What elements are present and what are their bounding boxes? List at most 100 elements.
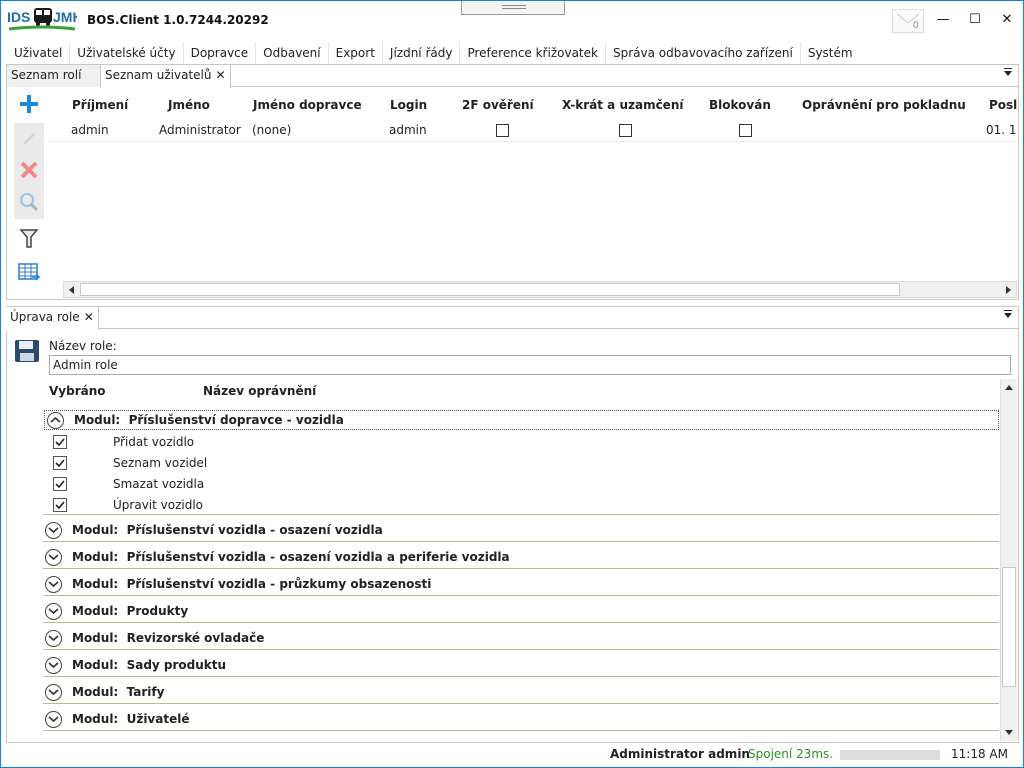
scroll-up-icon[interactable] bbox=[1005, 385, 1013, 390]
edit-icon bbox=[23, 133, 35, 145]
vertical-scrollbar[interactable] bbox=[1000, 379, 1017, 741]
col-login[interactable]: Login bbox=[390, 98, 427, 112]
menu-odbaveni[interactable]: Odbavení bbox=[256, 42, 329, 64]
menu-dopravce[interactable]: Dopravce bbox=[184, 42, 257, 64]
col-prijmeni[interactable]: Příjmení bbox=[72, 98, 128, 112]
col-vybrano: Vybráno bbox=[49, 384, 106, 398]
group-divider bbox=[43, 649, 999, 650]
delete-button[interactable] bbox=[14, 155, 44, 187]
checkbox-2f-overeni[interactable] bbox=[496, 124, 509, 137]
menu-sprava-odbavovaciho-zarizeni[interactable]: Správa odbavovacího zařízení bbox=[606, 42, 801, 64]
mail-icon[interactable]: 0 bbox=[892, 9, 924, 33]
expand-icon[interactable] bbox=[45, 522, 62, 539]
menu-jizdni-rady[interactable]: Jízdní řády bbox=[383, 42, 461, 64]
role-name-input[interactable]: Admin role bbox=[49, 355, 1011, 375]
expand-icon[interactable] bbox=[45, 657, 62, 674]
bottom-tabstrip: Úprava role ✕ bbox=[6, 307, 1018, 330]
collapse-icon[interactable] bbox=[47, 412, 64, 429]
scroll-down-icon[interactable] bbox=[1005, 730, 1013, 735]
tab-seznam-roli[interactable]: Seznam rolí bbox=[7, 65, 101, 87]
group-divider bbox=[43, 568, 999, 569]
user-list-panel: Seznam rolí Seznam uživatelů ✕ Příjmení … bbox=[6, 64, 1019, 300]
expand-icon[interactable] bbox=[45, 576, 62, 593]
tab-menu-icon[interactable] bbox=[1004, 310, 1012, 318]
module-group-header[interactable]: Modul: Příslušenství vozidla - průzkumy … bbox=[43, 574, 999, 596]
svg-text:JMK: JMK bbox=[53, 9, 77, 25]
col-blokovan[interactable]: Blokován bbox=[709, 98, 771, 112]
close-icon[interactable]: ✕ bbox=[215, 68, 225, 82]
status-bar: Administrator admin Spojení 23ms. 11:18 … bbox=[1, 743, 1023, 767]
filter-button[interactable] bbox=[14, 223, 44, 253]
tab-label: Seznam rolí bbox=[11, 68, 82, 82]
scroll-right-icon[interactable] bbox=[1006, 286, 1011, 294]
permission-checkbox[interactable] bbox=[53, 498, 67, 512]
module-group-header[interactable]: Modul: Příslušenství vozidla - osazení v… bbox=[43, 520, 999, 542]
module-group-header[interactable]: Modul: Sady produktu bbox=[43, 655, 999, 677]
module-title: Modul: Příslušenství vozidla - osazení v… bbox=[72, 550, 510, 564]
expand-icon[interactable] bbox=[45, 711, 62, 728]
scroll-thumb[interactable] bbox=[1002, 567, 1016, 687]
module-group-header[interactable]: Modul: Příslušenství dopravce - vozidla bbox=[44, 410, 999, 430]
menu-preference-krizovatek[interactable]: Preference křižovatek bbox=[460, 42, 606, 64]
menu-uzivatel[interactable]: Uživatel bbox=[7, 42, 71, 64]
save-icon[interactable] bbox=[14, 339, 40, 363]
close-icon[interactable]: ✕ bbox=[84, 310, 94, 324]
maximize-button[interactable]: ☐ bbox=[960, 9, 990, 31]
minimize-button[interactable]: — bbox=[928, 9, 958, 31]
delete-icon bbox=[20, 161, 38, 179]
scroll-left-icon[interactable] bbox=[69, 286, 74, 294]
horizontal-scrollbar[interactable] bbox=[63, 281, 1017, 298]
col-jmeno-dopravce[interactable]: Jméno dopravce bbox=[253, 98, 362, 112]
search-icon bbox=[20, 193, 39, 212]
scroll-thumb[interactable] bbox=[80, 283, 900, 296]
add-button[interactable] bbox=[14, 89, 44, 119]
edit-button[interactable] bbox=[14, 123, 44, 155]
module-group-header[interactable]: Modul: Příslušenství vozidla - osazení v… bbox=[43, 547, 999, 569]
permission-checkbox[interactable] bbox=[53, 456, 67, 470]
module-title: Modul: Příslušenství dopravce - vozidla bbox=[74, 413, 344, 427]
group-divider bbox=[43, 514, 999, 515]
status-user: Administrator admin bbox=[610, 747, 750, 761]
module-title: Modul: Uživatelé bbox=[72, 712, 190, 726]
col-posledni[interactable]: Posl bbox=[989, 98, 1017, 112]
cell-prijmeni: admin bbox=[71, 123, 109, 137]
module-title: Modul: Sady produktu bbox=[72, 658, 227, 672]
permission-checkbox[interactable] bbox=[53, 477, 67, 491]
menu-system[interactable]: Systém bbox=[801, 42, 860, 64]
expand-icon[interactable] bbox=[45, 549, 62, 566]
svg-text:IDS: IDS bbox=[7, 9, 30, 25]
expand-icon[interactable] bbox=[45, 630, 62, 647]
expand-icon[interactable] bbox=[45, 684, 62, 701]
menu-uzivatelske-ucty[interactable]: Uživatelské účty bbox=[70, 42, 184, 64]
module-group-header[interactable]: Modul: Tarify bbox=[43, 682, 999, 704]
permission-label: Úpravit vozidlo bbox=[113, 498, 204, 512]
tab-menu-icon[interactable] bbox=[1004, 68, 1012, 76]
close-button[interactable]: ✕ bbox=[992, 9, 1022, 31]
menu-export[interactable]: Export bbox=[329, 42, 383, 64]
ribbon-toggle-button[interactable] bbox=[461, 1, 565, 15]
filter-icon bbox=[19, 229, 39, 248]
tab-seznam-uzivatelu[interactable]: Seznam uživatelů ✕ bbox=[100, 65, 231, 88]
tab-label: Úprava role bbox=[10, 310, 80, 324]
checkbox-x-krat[interactable] bbox=[619, 124, 632, 137]
expand-icon[interactable] bbox=[45, 603, 62, 620]
module-title: Modul: Příslušenství vozidla - průzkumy … bbox=[72, 577, 432, 591]
checkbox-blokovan[interactable] bbox=[739, 124, 752, 137]
col-jmeno[interactable]: Jméno bbox=[168, 98, 210, 112]
col-x-krat[interactable]: X-krát a uzamčení bbox=[562, 98, 683, 112]
module-group-header[interactable]: Modul: Revizorské ovladače bbox=[43, 628, 999, 650]
group-divider bbox=[43, 541, 999, 542]
module-group-header[interactable]: Modul: Produkty bbox=[43, 601, 999, 623]
row-divider bbox=[47, 141, 1017, 142]
detail-button[interactable] bbox=[14, 187, 44, 219]
module-group-header[interactable]: Modul: Uživatelé bbox=[43, 709, 999, 731]
plus-icon bbox=[20, 95, 38, 113]
module-title: Modul: Tarify bbox=[72, 685, 165, 699]
role-name-label: Název role: bbox=[49, 339, 117, 353]
permission-checkbox[interactable] bbox=[53, 435, 67, 449]
app-title: BOS.Client 1.0.7244.20292 bbox=[87, 13, 269, 27]
tab-uprava-role[interactable]: Úprava role ✕ bbox=[6, 307, 99, 330]
col-2f-overeni[interactable]: 2F ověření bbox=[462, 98, 534, 112]
col-opravneni-pokladna[interactable]: Oprávnění pro pokladnu bbox=[802, 98, 966, 112]
export-button[interactable] bbox=[14, 257, 44, 287]
